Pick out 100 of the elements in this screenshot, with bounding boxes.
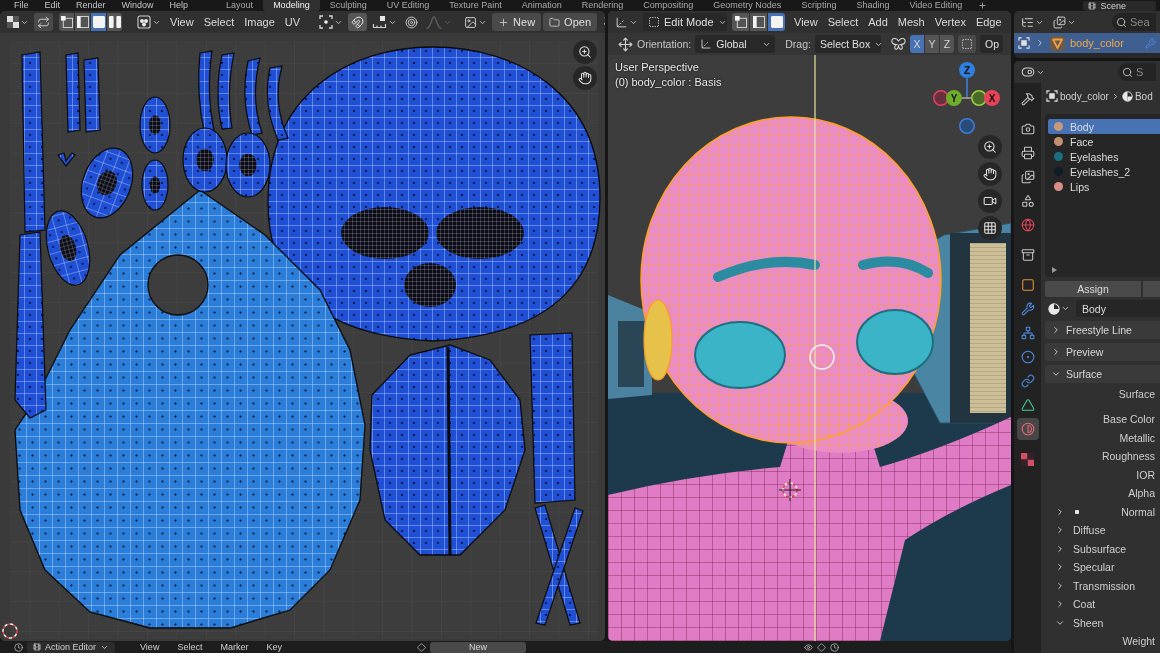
zoom-button[interactable]	[978, 135, 1002, 159]
edge-select-button[interactable]	[750, 13, 767, 31]
workspace-tab[interactable]: Modeling	[263, 0, 320, 11]
menu-item[interactable]: Select	[199, 13, 239, 31]
projection-button[interactable]	[978, 216, 1002, 240]
workspace-tab[interactable]: Animation	[511, 0, 572, 11]
mode-dropdown[interactable]: Edit Mode	[643, 13, 727, 31]
vertex-select-button[interactable]	[59, 13, 74, 31]
material-slot[interactable]: Body	[1048, 119, 1160, 134]
drag-dropdown[interactable]: Select Box	[814, 35, 881, 53]
film-icon	[1088, 1, 1097, 10]
editor-mode-dropdown[interactable]: Action Editor	[27, 641, 116, 653]
axis-button[interactable]: X	[984, 90, 1000, 106]
material-slot[interactable]: Eyelashes_2	[1048, 164, 1160, 179]
move-icon	[618, 36, 633, 52]
menu-item[interactable]: Help	[161, 0, 197, 11]
orientation-dropdown[interactable]: Global	[695, 35, 776, 53]
panel-header[interactable]: Freestyle Line	[1045, 321, 1160, 339]
checker-icon	[1021, 452, 1034, 466]
new-image-button[interactable]: New	[492, 13, 542, 31]
scene-selector[interactable]: Scene	[1083, 0, 1156, 11]
checker-icon	[7, 16, 19, 28]
axis-button[interactable]: Y	[946, 90, 962, 106]
snap-target-icon	[372, 15, 388, 29]
properties-tab[interactable]	[1016, 418, 1039, 440]
face-mode-icon	[770, 16, 783, 28]
panel-header[interactable]: Surface	[1045, 365, 1160, 383]
search-field[interactable]: S	[1118, 63, 1156, 81]
face-select-button[interactable]	[768, 13, 785, 31]
workspace-tab[interactable]: UV Editing	[376, 0, 440, 11]
axis-button[interactable]	[933, 90, 949, 106]
mirror-axis-toggle[interactable]: Y	[924, 35, 939, 53]
workspace-tab[interactable]: Rendering	[571, 0, 634, 11]
material-slot[interactable]: Eyelashes	[1048, 149, 1160, 164]
menu-item[interactable]: View	[166, 13, 198, 31]
pan-button[interactable]	[978, 162, 1002, 186]
workspace-tab[interactable]: Scripting	[791, 0, 847, 11]
globe-icon	[1020, 218, 1035, 232]
subpanel-header[interactable]: Diffuse	[1045, 521, 1160, 540]
menu-item[interactable]: Render	[68, 0, 114, 11]
menu-item[interactable]: View	[790, 13, 822, 31]
camera-view-button[interactable]	[978, 189, 1002, 213]
panel-header[interactable]: Preview	[1045, 343, 1160, 361]
menu-item[interactable]: View	[133, 641, 167, 653]
menu-item[interactable]: Edit	[36, 0, 69, 11]
menu-item[interactable]: Key	[259, 641, 289, 653]
caret-icon	[1061, 304, 1070, 313]
axis-button[interactable]: Z	[959, 62, 975, 78]
menu-item[interactable]: Edge	[971, 13, 1006, 31]
subpanel-header[interactable]: Sheen	[1045, 613, 1160, 632]
auto-merge-button[interactable]	[957, 35, 976, 53]
link-icon	[1020, 374, 1035, 388]
half-circle-icon	[1020, 422, 1035, 436]
plus-icon	[498, 16, 510, 28]
mirror-axis-toggle[interactable]: Z	[939, 35, 954, 53]
menu-item[interactable]: Window	[113, 0, 162, 11]
material-slot[interactable]: Face	[1048, 134, 1160, 149]
menu-item[interactable]: Select	[170, 641, 210, 653]
zoom-icon	[578, 45, 592, 59]
workspace-tab[interactable]: Video Editing	[899, 0, 973, 11]
mesh-icon	[1050, 35, 1065, 51]
menu-item[interactable]: Marker	[213, 641, 256, 653]
edge-select-button[interactable]	[75, 13, 90, 31]
new-action-button[interactable]: New	[429, 641, 526, 653]
menu-item[interactable]: Vertex	[930, 13, 970, 31]
subpanel-header[interactable]: Specular	[1045, 558, 1160, 577]
material-slot[interactable]: Lips	[1048, 179, 1160, 194]
toggle-icon	[1021, 65, 1035, 79]
material-name-field[interactable]: Body	[1076, 300, 1160, 317]
menu-item[interactable]: UV	[280, 13, 305, 31]
snap-toggle[interactable]	[348, 13, 368, 31]
menu-item[interactable]: Add	[864, 13, 892, 31]
workspace-tab[interactable]: Compositing	[633, 0, 704, 11]
vertex-select-button[interactable]	[732, 13, 749, 31]
workspace-tab[interactable]: Sculpting	[319, 0, 377, 11]
search-field[interactable]: Sea	[1112, 13, 1156, 31]
sync-selection-button[interactable]	[34, 13, 53, 31]
zoom-icon	[983, 140, 997, 154]
island-select-button[interactable]	[107, 13, 122, 31]
workspace-tab[interactable]: Texture Paint	[439, 0, 512, 11]
workspace-tab[interactable]: Geometry Nodes	[703, 0, 792, 11]
workspace-tab[interactable]: Layout	[216, 0, 264, 11]
open-image-button[interactable]: Open	[543, 13, 598, 31]
menu-item[interactable]: File	[6, 0, 37, 11]
menu-item[interactable]: Select	[823, 13, 863, 31]
face-select-button[interactable]	[91, 13, 106, 31]
axes-icon	[700, 38, 713, 50]
options-dropdown[interactable]: Op	[979, 35, 1003, 53]
subpanel-header[interactable]: Transmission	[1045, 576, 1160, 595]
chevron-right-icon	[1055, 543, 1065, 554]
axis-button[interactable]	[959, 118, 975, 134]
folder-icon	[549, 16, 561, 28]
workspace-tab[interactable]: Shading	[846, 0, 900, 11]
assign-button[interactable]: Assign	[1045, 281, 1141, 297]
subpanel-header[interactable]: Coat	[1045, 595, 1160, 614]
menu-item[interactable]: Image	[240, 13, 279, 31]
field-label: IOR	[1136, 468, 1155, 481]
menu-item[interactable]: Mesh	[893, 13, 929, 31]
subpanel-header[interactable]: Subsurface	[1045, 539, 1160, 558]
axis-button[interactable]	[971, 90, 987, 106]
